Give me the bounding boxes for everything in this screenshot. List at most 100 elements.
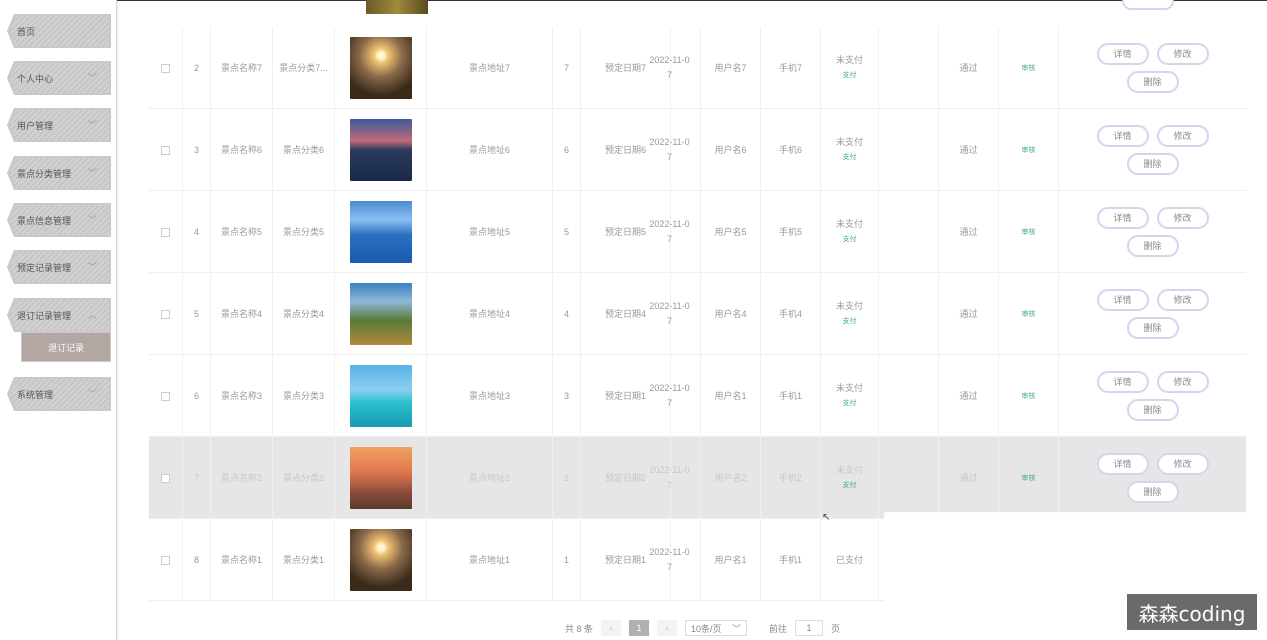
- spot-name: 景点名称6: [220, 144, 262, 155]
- spot-address: 景点地址5: [468, 226, 510, 237]
- phone: 手机7: [778, 62, 802, 73]
- pay-status: 未支付: [835, 55, 863, 65]
- edit-button[interactable]: 修改: [1156, 125, 1209, 147]
- detail-button[interactable]: 详情: [1096, 371, 1149, 393]
- pay-link[interactable]: 支付: [843, 150, 857, 165]
- chevron-down-icon: ﹀: [87, 215, 97, 225]
- page-size-select[interactable]: 10条/页 ﹀: [685, 620, 748, 636]
- edit-button[interactable]: 修改: [1156, 43, 1209, 65]
- row-checkbox[interactable]: [161, 473, 170, 483]
- delete-button[interactable]: 删除: [1126, 153, 1179, 175]
- row-checkbox[interactable]: [161, 309, 170, 319]
- pay-link[interactable]: 支付: [843, 478, 857, 493]
- sidebar-item-0[interactable]: 首页: [7, 14, 111, 48]
- sidebar-subitem-unsubscribe-records[interactable]: 退订记录: [21, 332, 111, 362]
- row-checkbox[interactable]: [161, 391, 170, 401]
- edit-button[interactable]: 修改: [1156, 289, 1209, 311]
- booking-time-line1: 2022-11-0: [649, 137, 690, 147]
- phone: 手机5: [778, 226, 802, 237]
- username: 用户名7: [714, 62, 747, 73]
- row-index: 7: [193, 472, 199, 483]
- phone: 手机2: [778, 472, 802, 483]
- edit-button[interactable]: 修改: [1156, 207, 1209, 229]
- previous-row-delete-button[interactable]: [1122, 0, 1174, 10]
- row-index: 8: [193, 554, 199, 565]
- next-page-button[interactable]: ›: [657, 620, 678, 636]
- delete-button[interactable]: 删除: [1126, 71, 1179, 93]
- detail-button[interactable]: 详情: [1096, 43, 1149, 65]
- goto-page-input[interactable]: 1: [795, 620, 824, 636]
- pay-status: 未支付: [835, 383, 863, 393]
- row-index: 2: [193, 62, 199, 73]
- sidebar-item-label: 景点分类管理: [17, 168, 72, 179]
- audit-link[interactable]: 审核: [1022, 143, 1036, 158]
- table-row[interactable]: 2 景点名称7 景点分类7... 景点地址7 7 预定日期7 2022-11-0 7 用户名7 手…: [149, 27, 1246, 109]
- detail-button[interactable]: 详情: [1096, 125, 1149, 147]
- spot-address: 景点地址7: [468, 62, 510, 73]
- top-border: [117, 0, 1267, 1]
- audit-link[interactable]: 审核: [1022, 471, 1036, 486]
- delete-button[interactable]: 删除: [1126, 235, 1179, 257]
- audit-link[interactable]: 审核: [1022, 61, 1036, 76]
- audit-status: 通过: [959, 308, 978, 319]
- delete-button[interactable]: 删除: [1126, 399, 1179, 421]
- row-index: 3: [193, 144, 199, 155]
- chevron-down-icon: ﹀: [87, 168, 97, 178]
- table-row[interactable]: 5 景点名称4 景点分类4 景点地址4 4 预定日期4 2022-11-0 7 用户名4 手机4 未…: [149, 273, 1246, 355]
- spot-address: 景点地址3: [468, 390, 510, 401]
- row-checkbox[interactable]: [161, 63, 170, 73]
- spot-name: 景点名称2: [220, 472, 262, 483]
- pay-link[interactable]: 支付: [843, 396, 857, 411]
- pay-status: 未支付: [835, 465, 863, 475]
- username: 用户名6: [714, 144, 747, 155]
- pay-link[interactable]: 支付: [843, 314, 857, 329]
- pay-link[interactable]: 支付: [843, 232, 857, 247]
- row-index: 4: [193, 226, 199, 237]
- audit-link[interactable]: 审核: [1022, 307, 1036, 322]
- spot-address: 景点地址1: [468, 554, 510, 565]
- row-checkbox[interactable]: [161, 555, 170, 565]
- delete-button[interactable]: 删除: [1126, 481, 1179, 503]
- edit-button[interactable]: 修改: [1156, 453, 1209, 475]
- audit-link[interactable]: 审核: [1022, 389, 1036, 404]
- pay-status: 未支付: [835, 219, 863, 229]
- sidebar-item-label: 景点信息管理: [17, 215, 72, 226]
- prev-page-button[interactable]: ‹: [601, 620, 622, 636]
- page-number-button[interactable]: 1: [629, 620, 650, 636]
- row-checkbox[interactable]: [161, 145, 170, 155]
- spot-category: 景点分类2: [282, 472, 324, 483]
- sidebar-item-7[interactable]: 系统管理 ﹀: [7, 377, 111, 411]
- table-row[interactable]: 7 景点名称2 景点分类2 景点地址2 2 预定日期2 2022-11-0 7 用户名2 手机2 未…: [149, 437, 1246, 519]
- table-row[interactable]: 3 景点名称6 景点分类6 景点地址6 6 预定日期6 2022-11-0 7 用户名6 手机6 未…: [149, 109, 1246, 191]
- spot-name: 景点名称4: [220, 308, 262, 319]
- sidebar-item-2[interactable]: 用户管理 ﹀: [7, 108, 111, 142]
- sidebar-item-5[interactable]: 预定记录管理 ﹀: [7, 250, 111, 284]
- spot-address: 景点地址2: [468, 472, 510, 483]
- table-row[interactable]: 6 景点名称3 景点分类3 景点地址3 3 预定日期1 2022-11-0 7 用户名1 手机1 未…: [149, 355, 1246, 437]
- spot-name: 景点名称5: [220, 226, 262, 237]
- sidebar-item-1[interactable]: 个人中心 ﹀: [7, 61, 111, 95]
- sidebar-item-3[interactable]: 景点分类管理 ﹀: [7, 156, 111, 190]
- page-size-value: 10条/页: [691, 623, 722, 634]
- sidebar-item-6[interactable]: 退订记录管理 ︿: [7, 298, 111, 332]
- delete-button[interactable]: 删除: [1126, 317, 1179, 339]
- table-row[interactable]: 4 景点名称5 景点分类5 景点地址5 5 预定日期5 2022-11-0 7 用户名5 手机5 未…: [149, 191, 1246, 273]
- sidebar-item-4[interactable]: 景点信息管理 ﹀: [7, 203, 111, 237]
- edit-button[interactable]: 修改: [1156, 371, 1209, 393]
- row-checkbox[interactable]: [161, 227, 170, 237]
- detail-button[interactable]: 详情: [1096, 289, 1149, 311]
- detail-button[interactable]: 详情: [1096, 207, 1149, 229]
- booking-count: 3: [563, 390, 569, 401]
- booking-time-line2: 7: [666, 70, 672, 80]
- spot-image: [349, 201, 412, 263]
- spot-category: 景点分类1: [282, 554, 324, 565]
- goto-label: 前往: [769, 623, 788, 634]
- audit-link[interactable]: 审核: [1022, 225, 1036, 240]
- pay-link[interactable]: 支付: [843, 68, 857, 83]
- sidebar-item-label: 预定记录管理: [17, 262, 72, 273]
- username: 用户名4: [714, 308, 747, 319]
- pagination: 共 8 条 ‹ 1 › 10条/页 ﹀ 前往 1 页: [565, 620, 840, 636]
- booking-time-line1: 2022-11-0: [649, 301, 690, 311]
- chevron-up-icon: ︿: [87, 310, 97, 320]
- detail-button[interactable]: 详情: [1096, 453, 1149, 475]
